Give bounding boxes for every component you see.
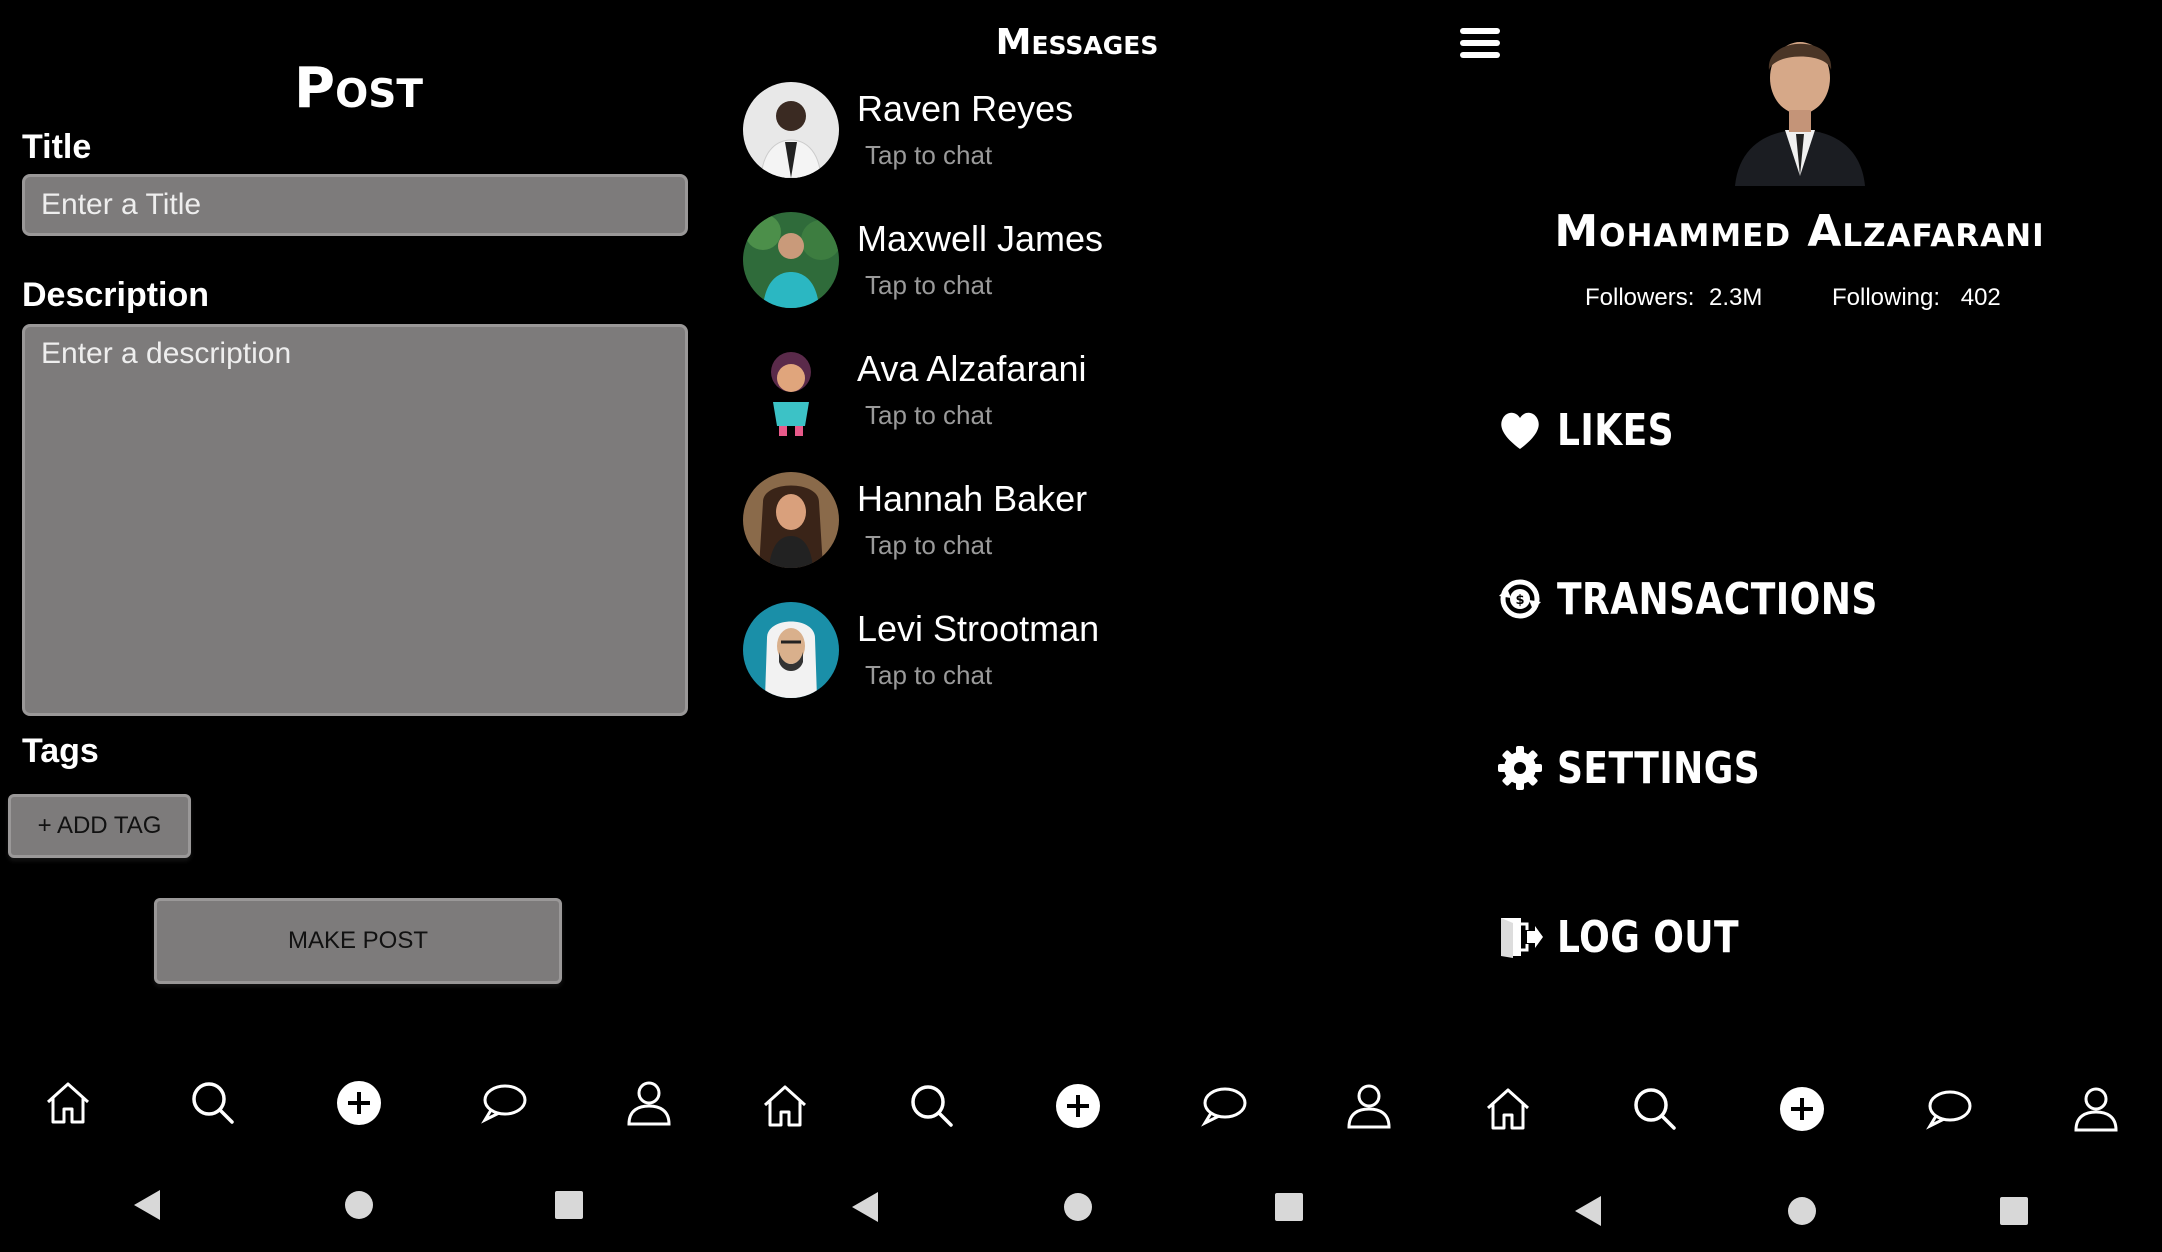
tags-label: Tags — [22, 732, 99, 770]
search-icon[interactable] — [907, 1081, 957, 1131]
followers-label: Followers: — [1585, 284, 1695, 311]
back-triangle-icon[interactable] — [850, 1190, 880, 1229]
menu-item-logout[interactable]: LOG OUT — [1497, 907, 1779, 967]
add-circle-icon[interactable] — [1777, 1084, 1827, 1134]
following-value: 402 — [1960, 284, 2001, 311]
heart-icon — [1501, 412, 1539, 449]
menu-item-label: LOG OUT — [1557, 911, 1740, 963]
avatar — [743, 212, 839, 308]
menu-item-settings[interactable]: SETTINGS — [1497, 738, 1805, 798]
title-label: Title — [22, 128, 92, 166]
description-input[interactable]: Enter a description — [22, 324, 688, 716]
menu-item-transactions[interactable]: $ TRANSACTIONS — [1497, 569, 1948, 629]
home-icon[interactable] — [1483, 1084, 1533, 1134]
chat-list-item[interactable]: Ava Alzafarani Tap to chat — [743, 342, 1403, 452]
messages-screen: Messages Raven Reyes Tap to chat Maxwell… — [717, 0, 1437, 1252]
gear-icon — [1498, 746, 1542, 790]
chat-name: Ava Alzafarani — [857, 348, 1087, 389]
menu-item-label: SETTINGS — [1557, 742, 1761, 794]
following-label: Following: — [1832, 284, 1941, 311]
system-nav — [0, 1182, 717, 1232]
user-icon[interactable] — [624, 1078, 674, 1128]
system-nav — [717, 1184, 1437, 1234]
chat-list-item[interactable]: Raven Reyes Tap to chat — [743, 82, 1403, 192]
followers-stat: Followers: 2.3M — [1585, 284, 1762, 312]
bottom-nav — [717, 1081, 1437, 1151]
recents-square-icon[interactable] — [554, 1190, 584, 1225]
chat-subtitle: Tap to chat — [865, 400, 993, 430]
followers-value: 2.3M — [1709, 284, 1763, 311]
home-icon[interactable] — [43, 1078, 93, 1128]
title-placeholder: Enter a Title — [41, 188, 202, 221]
chat-bubble-icon[interactable] — [1924, 1084, 1974, 1134]
chat-list-item[interactable]: Levi Strootman Tap to chat — [743, 602, 1403, 712]
user-icon[interactable] — [1344, 1081, 1394, 1131]
add-tag-button[interactable]: + ADD TAG — [8, 794, 191, 858]
chat-subtitle: Tap to chat — [865, 140, 993, 170]
bottom-nav — [1437, 1084, 2162, 1154]
chat-name: Raven Reyes — [857, 88, 1074, 129]
menu-item-likes[interactable]: LIKES — [1497, 400, 1700, 460]
add-circle-icon[interactable] — [1053, 1081, 1103, 1131]
avatar — [1735, 26, 1865, 186]
add-tag-label: + ADD TAG — [37, 812, 162, 839]
page-title: Messages — [995, 22, 1159, 63]
chat-bubble-icon[interactable] — [1199, 1081, 1249, 1131]
avatar — [743, 472, 839, 568]
search-icon[interactable] — [1630, 1084, 1680, 1134]
home-circle-icon[interactable] — [1063, 1192, 1093, 1227]
avatar — [743, 82, 839, 178]
logout-icon — [1501, 918, 1543, 958]
page-title: Post — [294, 56, 423, 121]
home-circle-icon[interactable] — [1787, 1196, 1817, 1231]
recents-square-icon[interactable] — [1274, 1192, 1304, 1227]
system-nav — [1437, 1188, 2162, 1238]
chat-list-item[interactable]: Hannah Baker Tap to chat — [743, 472, 1403, 582]
profile-screen: Mohammed Alzafarani Followers: 2.3M Foll… — [1437, 0, 2162, 1252]
description-label: Description — [22, 276, 210, 314]
post-screen: Post Title Enter a Title Description Ent… — [0, 0, 717, 1252]
back-triangle-icon[interactable] — [1573, 1194, 1603, 1233]
make-post-label: MAKE POST — [287, 927, 429, 954]
title-input[interactable]: Enter a Title — [22, 174, 688, 236]
search-icon[interactable] — [188, 1078, 238, 1128]
chat-name: Levi Strootman — [857, 608, 1100, 649]
chat-list-item[interactable]: Maxwell James Tap to chat — [743, 212, 1403, 322]
chat-subtitle: Tap to chat — [865, 270, 993, 300]
chat-name: Maxwell James — [857, 218, 1104, 259]
description-placeholder: Enter a description — [41, 337, 292, 370]
hamburger-menu-icon[interactable] — [1459, 26, 1501, 65]
chat-subtitle: Tap to chat — [865, 660, 993, 690]
avatar — [743, 602, 839, 698]
add-circle-icon[interactable] — [334, 1078, 384, 1128]
back-triangle-icon[interactable] — [132, 1188, 162, 1227]
chat-bubble-icon[interactable] — [479, 1078, 529, 1128]
avatar — [743, 342, 839, 438]
chat-subtitle: Tap to chat — [865, 530, 993, 560]
recents-square-icon[interactable] — [1999, 1196, 2029, 1231]
home-icon[interactable] — [760, 1081, 810, 1131]
chat-name: Hannah Baker — [857, 478, 1088, 519]
menu-item-label: LIKES — [1557, 404, 1675, 456]
profile-name: Mohammed Alzafarani — [1554, 206, 2045, 257]
bottom-nav — [0, 1078, 717, 1148]
home-circle-icon[interactable] — [344, 1190, 374, 1225]
menu-item-label: TRANSACTIONS — [1557, 573, 1878, 625]
transactions-icon: $ — [1499, 579, 1541, 619]
svg-text:$: $ — [1515, 593, 1524, 608]
user-icon[interactable] — [2071, 1084, 2121, 1134]
make-post-button[interactable]: MAKE POST — [154, 898, 562, 984]
following-stat: Following: 402 — [1832, 284, 2001, 312]
